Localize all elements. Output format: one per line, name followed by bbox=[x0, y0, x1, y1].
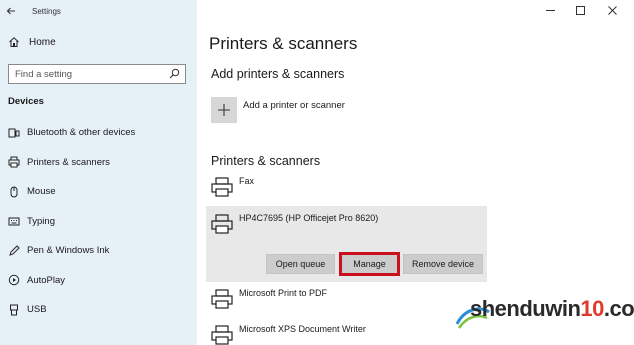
sidebar-item-label: Bluetooth & other devices bbox=[27, 127, 136, 139]
device-item-pdf[interactable]: Microsoft Print to PDF bbox=[211, 288, 328, 309]
home-icon bbox=[9, 37, 19, 47]
minimize-button[interactable] bbox=[535, 0, 565, 20]
add-printer-button[interactable]: Add a printer or scanner bbox=[211, 97, 345, 123]
sidebar-item-typing[interactable]: Typing bbox=[8, 207, 193, 237]
printer-icon bbox=[211, 214, 233, 234]
printer-icon bbox=[8, 156, 20, 168]
device-item-hp[interactable]: HP4C7695 (HP Officejet Pro 8620) bbox=[211, 213, 379, 234]
device-name: Microsoft Print to PDF bbox=[239, 288, 328, 298]
device-item-fax[interactable]: Fax bbox=[211, 176, 255, 197]
watermark-part-b: 10 bbox=[580, 296, 604, 321]
remove-device-button[interactable]: Remove device bbox=[403, 254, 483, 274]
window-title: Settings bbox=[32, 6, 61, 16]
pen-icon bbox=[8, 245, 20, 257]
maximize-icon bbox=[575, 5, 585, 15]
close-button[interactable] bbox=[597, 0, 627, 20]
back-arrow-icon[interactable] bbox=[0, 0, 22, 22]
usb-icon bbox=[8, 304, 20, 316]
open-queue-button[interactable]: Open queue bbox=[266, 254, 335, 274]
plus-icon bbox=[211, 97, 237, 123]
sidebar-item-label: Pen & Windows Ink bbox=[27, 245, 110, 257]
sidebar-item-bluetooth[interactable]: Bluetooth & other devices bbox=[8, 118, 193, 148]
watermark-text: shenduwin10.com bbox=[470, 296, 634, 322]
section-title-devices: Devices bbox=[8, 96, 44, 107]
home-link[interactable]: Home bbox=[8, 36, 56, 48]
device-name: Fax bbox=[239, 176, 255, 186]
minimize-icon bbox=[545, 9, 555, 11]
search-icon[interactable] bbox=[169, 68, 180, 79]
printer-icon bbox=[211, 325, 233, 345]
add-section-title: Add printers & scanners bbox=[211, 67, 345, 81]
sidebar: Settings Home Find a setting Devices Blu… bbox=[0, 0, 197, 345]
search-input[interactable]: Find a setting bbox=[8, 64, 186, 84]
device-name: HP4C7695 (HP Officejet Pro 8620) bbox=[239, 213, 379, 223]
sidebar-item-mouse[interactable]: Mouse bbox=[8, 177, 193, 207]
sidebar-nav: Bluetooth & other devices Printers & sca… bbox=[8, 118, 193, 325]
search-placeholder: Find a setting bbox=[15, 68, 73, 80]
device-item-xps[interactable]: Microsoft XPS Document Writer bbox=[211, 324, 366, 345]
autoplay-icon bbox=[8, 274, 20, 286]
sidebar-item-printers[interactable]: Printers & scanners bbox=[8, 148, 193, 178]
sidebar-item-label: Mouse bbox=[27, 186, 56, 198]
add-printer-label: Add a printer or scanner bbox=[243, 99, 345, 111]
manage-button[interactable]: Manage bbox=[339, 252, 400, 276]
keyboard-icon bbox=[8, 215, 20, 227]
sidebar-item-label: Printers & scanners bbox=[27, 156, 110, 168]
watermark-part-a: shenduwin bbox=[470, 296, 581, 321]
sidebar-item-label: AutoPlay bbox=[27, 274, 66, 286]
watermark-part-c: .com bbox=[603, 296, 634, 321]
sidebar-item-usb[interactable]: USB bbox=[8, 295, 193, 325]
title-bar: Settings bbox=[0, 0, 197, 22]
sidebar-item-label: Typing bbox=[27, 215, 55, 227]
close-icon bbox=[607, 5, 617, 15]
device-name: Microsoft XPS Document Writer bbox=[239, 324, 366, 334]
sidebar-item-pen[interactable]: Pen & Windows Ink bbox=[8, 236, 193, 266]
sidebar-item-autoplay[interactable]: AutoPlay bbox=[8, 266, 193, 296]
mouse-icon bbox=[8, 186, 20, 198]
home-label: Home bbox=[29, 36, 56, 48]
printer-icon bbox=[211, 177, 233, 197]
printer-icon bbox=[211, 289, 233, 309]
page-title: Printers & scanners bbox=[209, 34, 358, 53]
sidebar-item-label: USB bbox=[27, 304, 47, 316]
bluetooth-devices-icon bbox=[8, 127, 20, 139]
list-section-title: Printers & scanners bbox=[211, 154, 321, 168]
maximize-button[interactable] bbox=[565, 0, 595, 20]
